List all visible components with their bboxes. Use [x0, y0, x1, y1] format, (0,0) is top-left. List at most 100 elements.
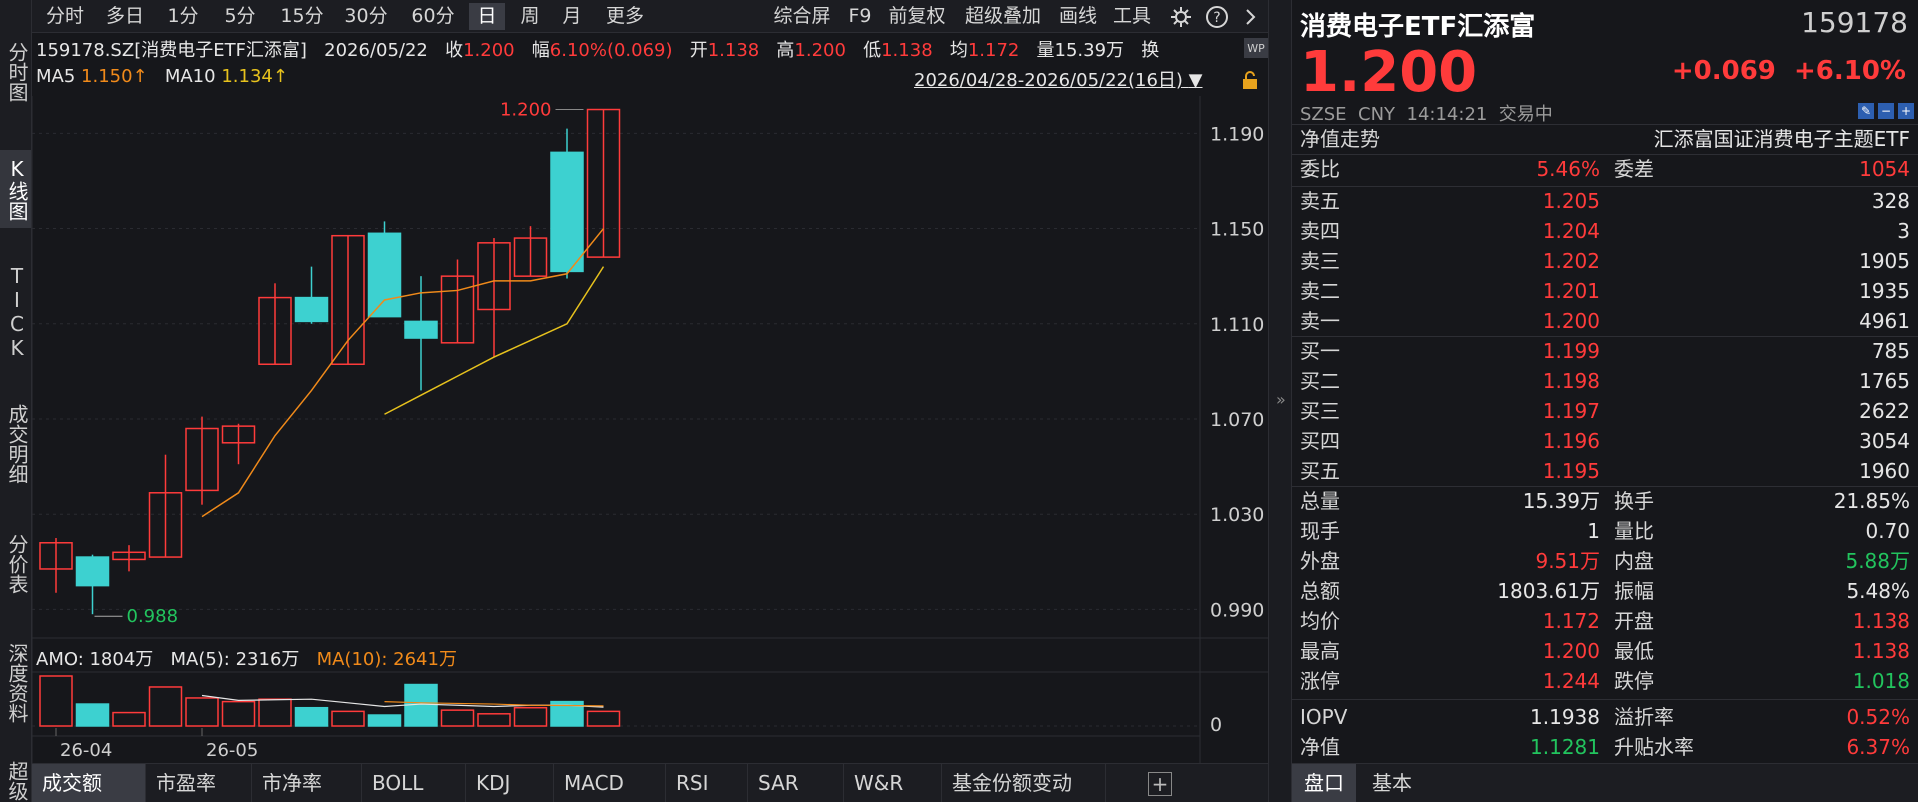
kline-chart[interactable]: 1.190 1.150 1.110 1.070 1.030 0.990 1.200 0.988…: [0, 0, 1268, 763]
bid-row[interactable]: 买四 1.196 3054: [1300, 426, 1910, 456]
ask-row[interactable]: 卖四 1.204 3: [1300, 216, 1910, 246]
stat-value: 1.1281: [1530, 735, 1600, 759]
tab-rsi[interactable]: RSI: [666, 764, 748, 802]
weicha-label: 委差: [1614, 157, 1654, 181]
volume-bar: [221, 700, 256, 727]
ask-volume: 3: [1897, 219, 1910, 243]
ask-price: 1.200: [1542, 309, 1600, 333]
ask-row[interactable]: 卖一 1.200 4961: [1300, 306, 1910, 336]
min-price-label: 0.988: [127, 606, 179, 627]
volume-bar: [294, 706, 329, 727]
ask-volume: 328: [1871, 189, 1910, 213]
ask-volume: 4961: [1859, 309, 1910, 333]
ask-price: 1.204: [1542, 219, 1600, 243]
bid-row[interactable]: 买五 1.195 1960: [1300, 456, 1910, 486]
candle-body: [550, 151, 584, 273]
expand-icon[interactable]: »: [1276, 390, 1286, 409]
bid-level-label: 买四: [1300, 429, 1340, 453]
tab-fund-shares[interactable]: 基金份额变动: [942, 764, 1106, 802]
currency: CNY: [1358, 104, 1396, 125]
stat-value: 5.48%: [1846, 579, 1910, 603]
tab-wr[interactable]: W&R: [844, 764, 942, 802]
candle-body: [294, 296, 329, 323]
weibi-row: 委比 5.46% 委差 1054: [1300, 154, 1910, 184]
tab-amount[interactable]: 成交额: [32, 764, 146, 802]
nav-trend-row[interactable]: 净值走势 汇添富国证消费电子主题ETF: [1300, 124, 1910, 154]
bid-level-label: 买一: [1300, 339, 1340, 363]
stat-label: 总量: [1300, 489, 1340, 513]
bid-row[interactable]: 买二 1.198 1765: [1300, 366, 1910, 396]
quote-panel: 消费电子ETF汇添富 159178 1.200 +0.069 +6.10% SZ…: [1292, 0, 1918, 802]
y-tick-label: 1.030: [1210, 504, 1264, 526]
volume-bar: [75, 703, 110, 727]
stat-value: 1.244: [1542, 669, 1600, 693]
fund-fullname: 汇添富国证消费电子主题ETF: [1653, 127, 1910, 151]
tab-sar[interactable]: SAR: [748, 764, 844, 802]
stat-row: 总额 1803.61万 振幅 5.48%: [1300, 576, 1910, 606]
tab-kdj[interactable]: KDJ: [466, 764, 554, 802]
max-price-label: 1.200: [500, 100, 552, 121]
x-tick-label: 26-05: [206, 740, 258, 761]
edit-icon[interactable]: ✎: [1858, 103, 1874, 119]
ask-row[interactable]: 卖五 1.205 328: [1300, 186, 1910, 216]
tab-boll[interactable]: BOLL: [362, 764, 466, 802]
volume-bar: [477, 713, 511, 727]
tab-basic[interactable]: 基本: [1360, 764, 1424, 802]
nav-tab-super[interactable]: 超级: [0, 760, 31, 802]
stat-value: 1.172: [1542, 609, 1600, 633]
stat-value: 1: [1587, 519, 1600, 543]
stat-label: 净值: [1300, 735, 1340, 759]
stat-label: 开盘: [1614, 609, 1654, 633]
bid-price: 1.198: [1542, 369, 1600, 393]
add-tab-icon[interactable]: +: [1148, 772, 1172, 796]
stat-value: 1.018: [1852, 669, 1910, 693]
tab-handicap[interactable]: 盘口: [1292, 764, 1356, 802]
app-window: 分时图 K线图 TICK 成交明细 分价表 深度资料 超级 分时 多日 1分 5…: [0, 0, 1918, 802]
stat-value: 0.52%: [1846, 705, 1910, 729]
x-tick-label: 26-04: [60, 740, 112, 761]
weibi-value: 5.46%: [1536, 157, 1600, 181]
market-meta: SZSE CNY 14:14:21 交易中: [1300, 100, 1553, 126]
ask-price: 1.205: [1542, 189, 1600, 213]
bid-row[interactable]: 买三 1.197 2622: [1300, 396, 1910, 426]
stat-label: 换手: [1614, 489, 1654, 513]
candle-body: [367, 232, 402, 318]
ask-row[interactable]: 卖三 1.202 1905: [1300, 246, 1910, 276]
bid-volume: 3054: [1859, 429, 1910, 453]
divider: [1292, 699, 1918, 700]
bid-price: 1.196: [1542, 429, 1600, 453]
panel-splitter[interactable]: »: [1268, 0, 1292, 802]
fund-name: 消费电子ETF汇添富: [1300, 12, 1536, 42]
volume-bar: [367, 714, 402, 727]
volume-bar: [440, 709, 475, 727]
minus-icon[interactable]: −: [1878, 103, 1894, 119]
volume-bar: [39, 675, 73, 727]
stat-label: 均价: [1300, 609, 1340, 633]
tab-pe[interactable]: 市盈率: [146, 764, 252, 802]
stat-value: 21.85%: [1833, 489, 1910, 513]
stat-label: 振幅: [1614, 579, 1654, 603]
volume-bar: [112, 711, 146, 727]
stat-label: 总额: [1300, 579, 1340, 603]
tab-macd[interactable]: MACD: [554, 764, 666, 802]
stat-value: 1.1938: [1530, 705, 1600, 729]
candle-body: [75, 556, 110, 587]
volume-bar: [148, 686, 183, 727]
ask-level-label: 卖二: [1300, 279, 1340, 303]
bid-level-label: 买五: [1300, 459, 1340, 483]
tab-pb[interactable]: 市净率: [252, 764, 362, 802]
volume-zero-label: 0: [1210, 714, 1222, 736]
stat-value: 1.138: [1852, 609, 1910, 633]
ask-row[interactable]: 卖二 1.201 1935: [1300, 276, 1910, 306]
plus-icon[interactable]: +: [1898, 103, 1914, 119]
stat-label: 最低: [1614, 639, 1654, 663]
stat-value: 5.88万: [1845, 549, 1910, 573]
volume-bar: [258, 698, 292, 727]
stat-value: 6.37%: [1846, 735, 1910, 759]
last-price: 1.200: [1300, 40, 1478, 105]
volume-bar: [513, 706, 548, 727]
candle-body: [404, 320, 438, 339]
panel-tabs: 盘口 基本: [1292, 763, 1918, 802]
bid-row[interactable]: 买一 1.199 785: [1300, 336, 1910, 366]
bid-level-label: 买三: [1300, 399, 1340, 423]
